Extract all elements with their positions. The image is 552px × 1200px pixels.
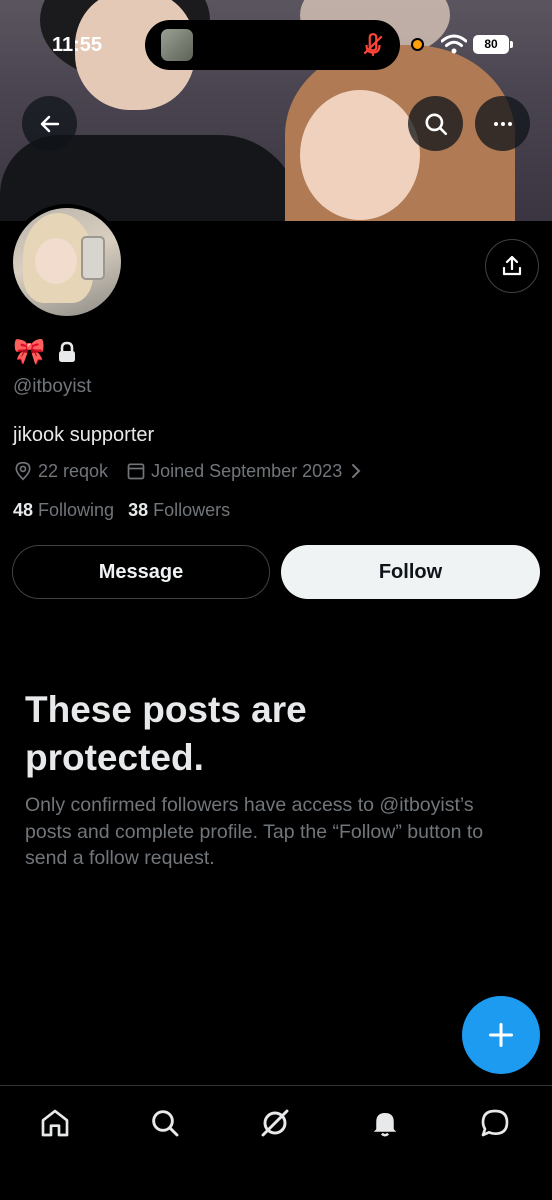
follow-button[interactable]: Follow [281, 545, 540, 599]
arrow-left-icon [40, 115, 59, 132]
tab-messages[interactable] [475, 1103, 515, 1143]
recording-indicator [411, 38, 424, 51]
dynamic-island [145, 20, 400, 70]
share-button[interactable] [485, 239, 539, 293]
avatar-image [13, 208, 121, 316]
home-icon [41, 1109, 69, 1137]
display-name: 🎀 [13, 337, 46, 367]
joined-text: Joined September 2023 [151, 460, 343, 481]
more-button[interactable] [475, 96, 530, 151]
chat-icon [481, 1109, 509, 1137]
avatar[interactable] [9, 204, 125, 320]
profile-meta: 22 reqok Joined September 2023 [13, 459, 364, 483]
calendar-icon [127, 463, 145, 480]
followers-link[interactable]: 38 Followers [128, 500, 230, 521]
following-label: Following [38, 500, 115, 520]
chevron-right-icon [352, 464, 361, 478]
share-icon [502, 255, 522, 276]
bottom-tab-bar [0, 1085, 552, 1200]
wifi-icon [441, 34, 467, 54]
location-text: 22 reqok [38, 460, 109, 481]
now-playing-thumbnail [161, 29, 193, 61]
protected-description: Only confirmed followers have access to … [25, 794, 484, 869]
location: 22 reqok [13, 461, 108, 482]
search-icon [424, 112, 447, 135]
tab-grok[interactable] [255, 1103, 295, 1143]
joined-date[interactable]: Joined September 2023 [126, 461, 364, 482]
tab-notifications[interactable] [365, 1103, 405, 1143]
message-button[interactable]: Message [12, 545, 270, 599]
search-button[interactable] [408, 96, 463, 151]
compose-button[interactable] [462, 996, 540, 1074]
following-link[interactable]: 48 Following [13, 500, 114, 521]
status-time: 11:55 [52, 34, 103, 56]
handle: @itboyist [13, 376, 92, 397]
tab-home[interactable] [35, 1103, 75, 1143]
following-count: 48 [13, 500, 34, 520]
bell-icon [373, 1113, 397, 1137]
follow-stats: 48 Following 38 Followers [13, 500, 230, 521]
lock-icon [59, 341, 76, 362]
tab-explore[interactable] [145, 1103, 185, 1143]
more-icon [493, 121, 512, 126]
back-button[interactable] [22, 96, 77, 151]
followers-count: 38 [128, 500, 149, 520]
grok-icon [261, 1109, 289, 1137]
bio: jikook supporter [13, 424, 155, 446]
plus-icon [488, 1022, 514, 1048]
protected-title: These posts are protected. [25, 689, 307, 778]
location-pin-icon [15, 461, 31, 481]
mute-icon [363, 33, 383, 56]
search-icon [152, 1110, 179, 1137]
battery-indicator: 80 [473, 35, 509, 54]
followers-label: Followers [153, 500, 231, 520]
display-name-row: 🎀 [13, 335, 77, 369]
